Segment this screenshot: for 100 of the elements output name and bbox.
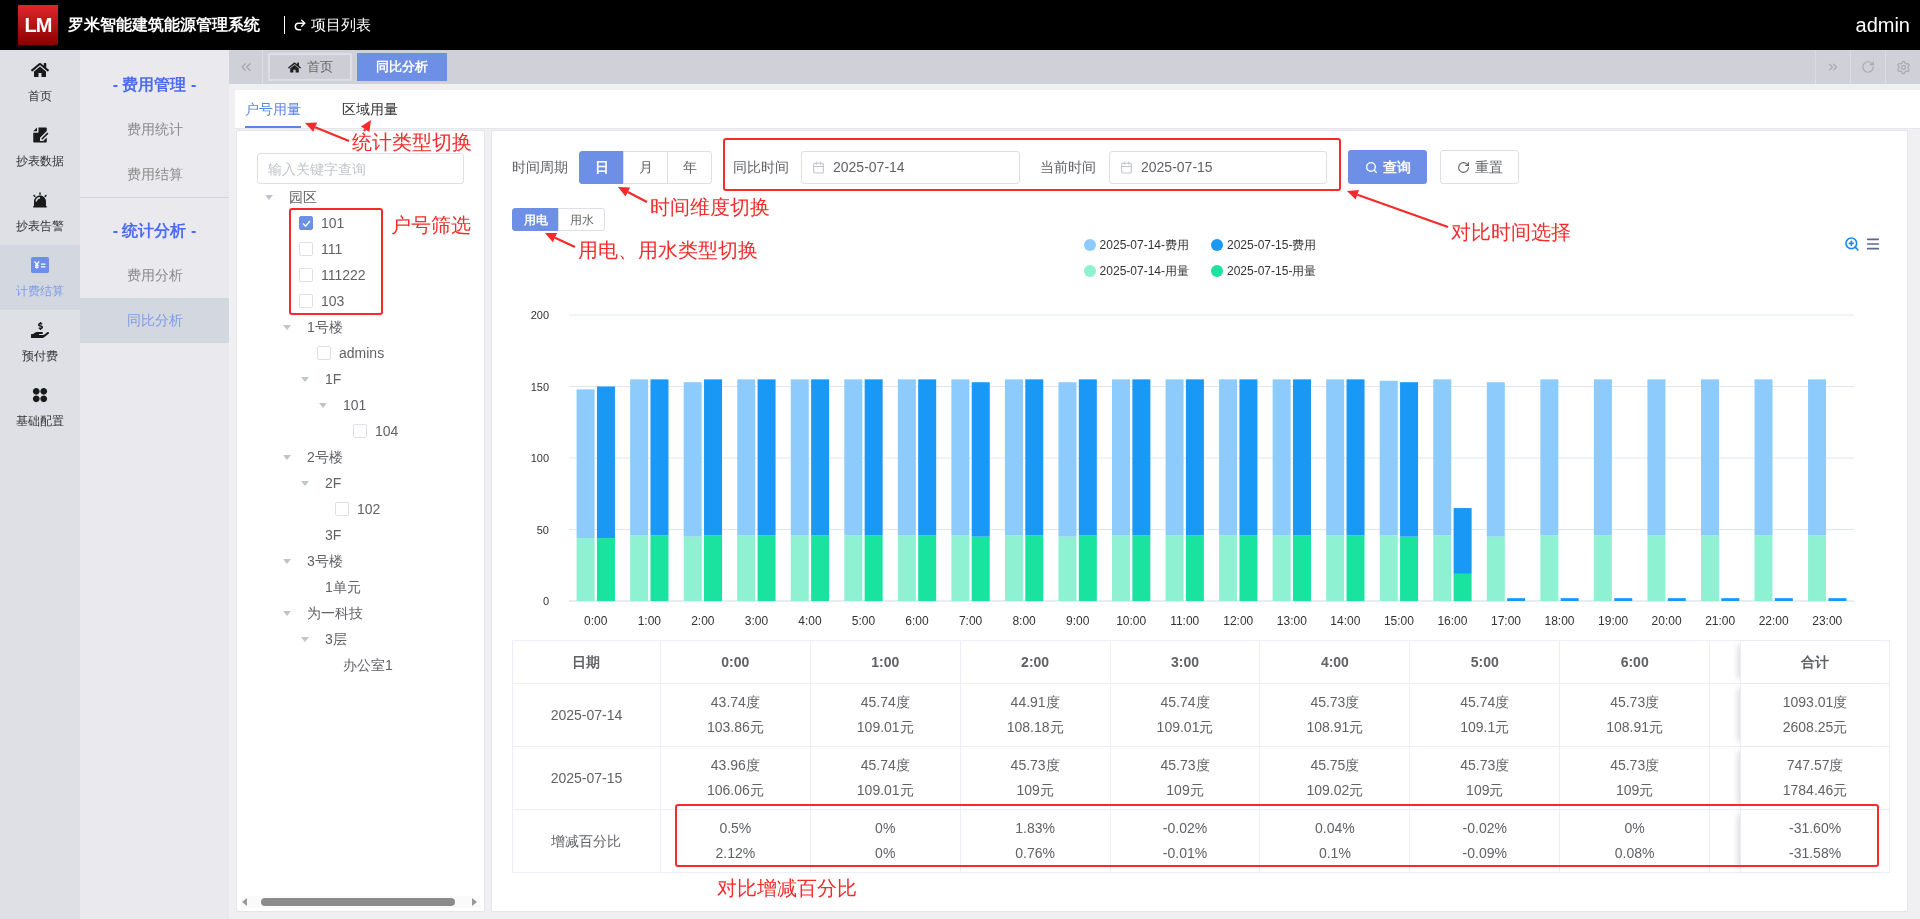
nav-item[interactable]: 抄表数据 bbox=[0, 115, 80, 180]
annotation-label: 对比增减百分比 bbox=[717, 876, 857, 900]
chart-bar bbox=[1507, 598, 1526, 601]
tree-node-label[interactable]: 1F bbox=[325, 368, 342, 390]
x-tick-label: 6:00 bbox=[905, 614, 929, 628]
nav-item[interactable]: 基础配置 bbox=[0, 375, 80, 440]
tree-node-label[interactable]: 3层 bbox=[325, 628, 347, 650]
section-heading: - 统计分析 - bbox=[112, 220, 197, 241]
x-tick-label: 2:00 bbox=[691, 614, 715, 628]
view-tab[interactable]: 户号用量 bbox=[245, 90, 301, 128]
reset-button[interactable]: 重置 bbox=[1440, 150, 1519, 184]
x-tick-label: 5:00 bbox=[851, 614, 876, 628]
table-cell: 45.74度 109.01元 bbox=[810, 684, 961, 746]
caret-icon[interactable] bbox=[319, 402, 327, 408]
tree-node-label[interactable]: admins bbox=[339, 342, 385, 364]
column-header: 3:00 bbox=[1110, 641, 1261, 683]
row-header: 2025-07-14 bbox=[513, 684, 661, 746]
chart-bar bbox=[1721, 598, 1740, 601]
tree-node-label[interactable]: 101 bbox=[343, 394, 367, 416]
legend-item[interactable]: 2025-07-15-费用 bbox=[1211, 236, 1317, 254]
table-cell: 45.74度 109.01元 bbox=[1110, 684, 1261, 746]
scroll-right-icon[interactable] bbox=[472, 898, 477, 906]
tree-node-label[interactable]: 2F bbox=[325, 472, 342, 494]
tree-node-label[interactable]: 111222 bbox=[321, 264, 366, 286]
nav-item[interactable]: 抄表告警 bbox=[0, 180, 80, 245]
y-tick-label: 100 bbox=[530, 452, 549, 464]
reset-icon bbox=[1456, 160, 1470, 174]
x-tick-label: 9:00 bbox=[1065, 614, 1090, 628]
settings-icon bbox=[1895, 59, 1911, 75]
curved-arrow-icon bbox=[293, 18, 307, 32]
annotation-label: 对比时间选择 bbox=[1451, 220, 1571, 244]
date-field[interactable]: 2025-07-15 bbox=[1109, 150, 1327, 184]
table-cell: 1093.01度 2608.25元 bbox=[1740, 684, 1890, 746]
table-cell: 43.96度 106.06元 bbox=[660, 747, 811, 809]
x-tick-label: 10:00 bbox=[1116, 614, 1147, 628]
caret-icon[interactable] bbox=[283, 454, 291, 460]
x-tick-label: 14:00 bbox=[1330, 614, 1361, 628]
tree-node-label[interactable]: 办公室1 bbox=[343, 654, 393, 676]
page-tab[interactable]: 首页 bbox=[268, 53, 352, 81]
project-list-link[interactable]: 项目列表 bbox=[293, 13, 371, 37]
caret-icon[interactable] bbox=[283, 558, 291, 564]
nav-item[interactable]: 预付费 bbox=[0, 310, 80, 375]
bill-icon bbox=[31, 255, 49, 274]
chart-menu-button[interactable] bbox=[1864, 236, 1882, 252]
section-heading: - 费用管理 - bbox=[112, 74, 197, 95]
x-tick-label: 12:00 bbox=[1223, 614, 1254, 628]
table-cell: -31.60% -31.58% bbox=[1740, 810, 1890, 872]
caret-icon[interactable] bbox=[301, 376, 309, 382]
calendar-icon bbox=[812, 160, 825, 174]
row-header: 增减百分比 bbox=[513, 810, 661, 872]
tree-node-label[interactable]: 为一科技 bbox=[307, 602, 363, 624]
legend-item[interactable]: 2025-07-14-费用 bbox=[1083, 236, 1189, 254]
x-tick-label: 13:00 bbox=[1276, 614, 1307, 628]
scrollbar-thumb[interactable] bbox=[261, 898, 455, 906]
tree-node-label[interactable]: 3号楼 bbox=[307, 550, 343, 572]
nav-item[interactable]: 首页 bbox=[0, 50, 80, 115]
check-icon bbox=[301, 219, 311, 227]
zoom-button[interactable] bbox=[1844, 236, 1860, 252]
home-icon bbox=[287, 60, 301, 74]
caret-icon[interactable] bbox=[301, 636, 309, 642]
scroll-left-icon[interactable] bbox=[242, 898, 247, 906]
tree-node-label[interactable]: 2号楼 bbox=[307, 446, 343, 468]
date-field[interactable]: 2025-07-14 bbox=[801, 150, 1020, 184]
tree-node-label[interactable]: 3F bbox=[325, 524, 342, 546]
period-tab[interactable]: 年 bbox=[667, 150, 712, 184]
tree-node-label[interactable]: 园区 bbox=[289, 186, 317, 208]
checkbox[interactable] bbox=[299, 216, 313, 230]
table-cell: 45.74度 109.1元 bbox=[1410, 684, 1561, 746]
table-cell: 45.73度 109元 bbox=[960, 747, 1111, 809]
annotation-label: 用电、用水类型切换 bbox=[578, 238, 758, 262]
annotation-label: 统计类型切换 bbox=[352, 130, 472, 154]
tree-node-label[interactable]: 1单元 bbox=[325, 576, 361, 598]
table-cell: 45.75度 109.02元 bbox=[1260, 747, 1411, 809]
table-cell: 1.83% 0.76% bbox=[960, 810, 1111, 872]
caret-icon[interactable] bbox=[301, 480, 309, 486]
y-tick-label: 200 bbox=[530, 309, 549, 321]
caret-icon[interactable] bbox=[283, 324, 291, 330]
hand-coin-icon bbox=[31, 320, 49, 339]
caret-icon[interactable] bbox=[265, 194, 273, 200]
period-tab[interactable]: 月 bbox=[623, 150, 668, 184]
table-cell: 45.73度 108.91元 bbox=[1560, 684, 1711, 746]
tree-node-label[interactable]: 102 bbox=[357, 498, 381, 520]
legend-item[interactable]: 2025-07-14-用量 bbox=[1083, 262, 1189, 280]
tree-node-label[interactable]: 101 bbox=[321, 212, 345, 234]
logo: LM bbox=[18, 5, 58, 45]
view-tab[interactable]: 区域用量 bbox=[342, 90, 398, 128]
legend-item[interactable]: 2025-07-15-用量 bbox=[1211, 262, 1317, 280]
x-tick-label: 7:00 bbox=[958, 614, 983, 628]
column-header: 2:00 bbox=[960, 641, 1111, 683]
search-field[interactable]: 输入关键字查询 bbox=[257, 153, 464, 184]
table-cell: -0.02% -0.01% bbox=[1110, 810, 1261, 872]
energy-type-tab[interactable]: 用水 bbox=[558, 208, 605, 231]
tree-node-label[interactable]: 1号楼 bbox=[307, 316, 343, 338]
horizontal-scrollbar[interactable] bbox=[241, 896, 480, 908]
tree-node-label[interactable]: 103 bbox=[321, 290, 345, 312]
tree-node-label[interactable]: 111 bbox=[321, 238, 343, 260]
user-name[interactable]: admin bbox=[1855, 10, 1910, 40]
tree-node-label[interactable]: 104 bbox=[375, 420, 399, 442]
app-title: 罗米智能建筑能源管理系统 bbox=[68, 15, 260, 35]
caret-icon[interactable] bbox=[283, 610, 291, 616]
